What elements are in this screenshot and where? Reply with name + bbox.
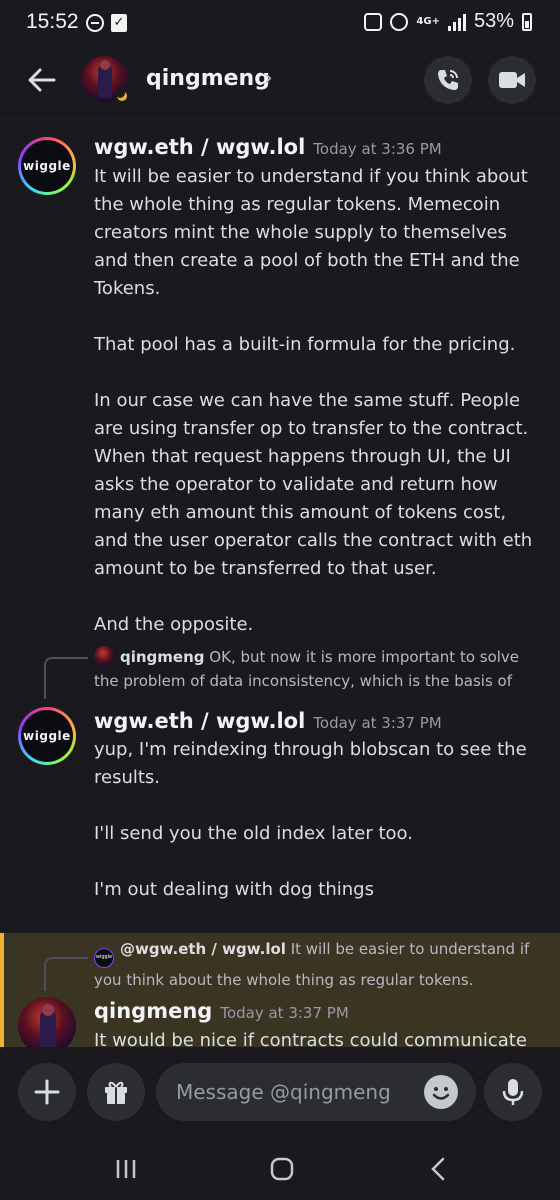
alarm-icon xyxy=(390,12,409,31)
author-name[interactable]: qingmeng xyxy=(94,999,212,1023)
message-body: It will be easier to understand if you t… xyxy=(94,163,540,639)
status-time: 15:52 xyxy=(26,10,79,33)
video-call-button[interactable] xyxy=(488,56,536,104)
video-camera-icon xyxy=(499,72,525,88)
message-paragraph: It would be nice if contracts could comm… xyxy=(94,1030,527,1047)
message-author[interactable]: qingmeng Today at 3:37 PM xyxy=(94,999,349,1023)
phone-icon xyxy=(438,70,458,90)
emoji-icon[interactable] xyxy=(424,1075,458,1109)
do-not-disturb-icon xyxy=(86,14,104,32)
avatar-text: wiggle xyxy=(21,140,73,192)
home-icon xyxy=(270,1157,294,1181)
reply-connector xyxy=(44,657,88,699)
battery-percent: 53% xyxy=(473,10,514,32)
status-bar: 15:52 ✓ 4G+ 53% xyxy=(0,0,560,48)
header-username[interactable]: qingmeng xyxy=(146,66,270,91)
gift-icon xyxy=(105,1081,127,1104)
qingmeng-avatar[interactable] xyxy=(18,997,76,1047)
idle-status-icon xyxy=(114,88,130,104)
message-body: yup, I'm reindexing through blobscan to … xyxy=(94,736,540,904)
message-author[interactable]: wgw.eth / wgw.lol Today at 3:36 PM xyxy=(94,135,442,159)
message-body: It would be nice if contracts could comm… xyxy=(94,1027,540,1047)
gift-button[interactable] xyxy=(87,1063,145,1121)
avatar-text: wiggle xyxy=(21,710,73,762)
checkbox-notification-icon: ✓ xyxy=(111,14,127,32)
message-list[interactable]: wiggle wgw.eth / wgw.lol Today at 3:36 PM… xyxy=(0,115,560,1047)
system-nav-bar xyxy=(0,1137,560,1200)
author-name[interactable]: wgw.eth / wgw.lol xyxy=(94,709,305,733)
message-paragraph: In our case we can have the same stuff. … xyxy=(94,390,533,579)
recent-apps-icon xyxy=(116,1160,136,1178)
battery-icon xyxy=(522,12,532,31)
message-paragraph: I'll send you the old index later too. xyxy=(94,823,413,844)
chevron-right-icon[interactable]: › xyxy=(264,66,273,91)
voice-call-button[interactable] xyxy=(424,56,472,104)
message-timestamp: Today at 3:37 PM xyxy=(220,1004,349,1022)
back-chevron-icon xyxy=(431,1157,445,1181)
message-paragraph: And the opposite. xyxy=(94,614,254,635)
message-paragraph: I'm out dealing with dog things xyxy=(94,879,374,900)
message-paragraph: It will be easier to understand if you t… xyxy=(94,166,528,299)
message-paragraph: That pool has a built-in formula for the… xyxy=(94,334,516,355)
vpn-icon xyxy=(364,12,383,31)
message-paragraph: yup, I'm reindexing through blobscan to … xyxy=(94,739,527,788)
back-button[interactable] xyxy=(408,1149,468,1189)
author-name[interactable]: wgw.eth / wgw.lol xyxy=(94,135,305,159)
network-type: 4G+ xyxy=(416,15,440,27)
back-arrow-icon[interactable] xyxy=(24,62,60,98)
reply-author: @wgw.eth / wgw.lol xyxy=(120,940,286,958)
message-composer xyxy=(0,1047,560,1137)
wiggle-avatar[interactable]: wiggle xyxy=(18,137,76,195)
message-timestamp: Today at 3:36 PM xyxy=(313,140,442,158)
reply-preview[interactable]: qingmeng OK, but now it is more importan… xyxy=(94,645,540,693)
status-right: 4G+ 53% xyxy=(364,10,532,33)
message-timestamp: Today at 3:37 PM xyxy=(313,714,442,732)
add-attachment-button[interactable] xyxy=(18,1063,76,1121)
microphone-icon xyxy=(502,1079,524,1105)
signal-icon xyxy=(447,13,466,31)
wiggle-avatar[interactable]: wiggle xyxy=(18,707,76,765)
reply-author: qingmeng xyxy=(120,648,205,666)
recent-apps-button[interactable] xyxy=(96,1149,156,1189)
voice-message-button[interactable] xyxy=(484,1063,542,1121)
chat-header: qingmeng › xyxy=(0,48,560,114)
home-button[interactable] xyxy=(252,1149,312,1189)
plus-icon xyxy=(34,1079,60,1105)
reply-avatar xyxy=(94,646,114,666)
reply-connector xyxy=(44,957,88,991)
message-author[interactable]: wgw.eth / wgw.lol Today at 3:37 PM xyxy=(94,709,442,733)
reply-avatar: wiggle xyxy=(94,948,114,968)
reply-preview[interactable]: wiggle @wgw.eth / wgw.lol It will be easi… xyxy=(94,937,540,992)
